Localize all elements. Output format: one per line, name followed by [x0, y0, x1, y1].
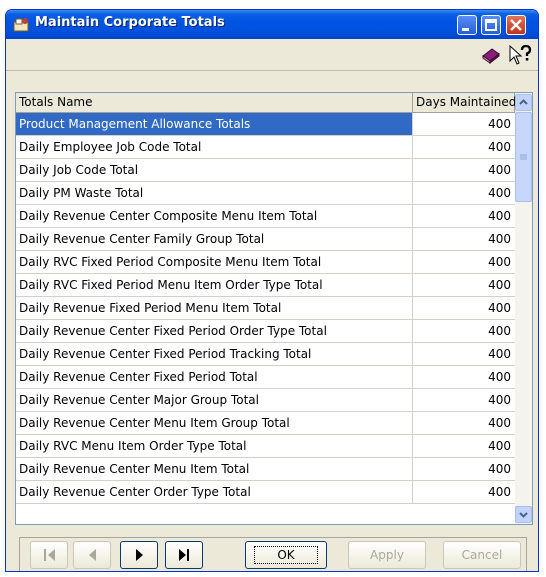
minimize-icon: [462, 28, 469, 31]
grip-icon: [520, 154, 527, 160]
maintain-corporate-totals-window: Maintain Corporate Totals Totals Name Da…: [5, 9, 539, 572]
days-maintained-cell[interactable]: 400: [413, 435, 515, 457]
table-row[interactable]: Daily Revenue Center Fixed Period Tracki…: [16, 343, 515, 366]
totals-name-cell[interactable]: Daily Revenue Fixed Period Menu Item Tot…: [16, 297, 413, 319]
table-row[interactable]: Daily Revenue Center Composite Menu Item…: [16, 205, 515, 228]
grid-header: Totals Name Days Maintained: [16, 93, 516, 113]
grid-rows: Product Management Allowance Totals 400 Da…: [16, 113, 515, 504]
totals-name-cell[interactable]: Daily Revenue Center Fixed Period Total: [16, 366, 413, 388]
navigation-bar: OK Apply Cancel: [19, 537, 527, 571]
minimize-button[interactable]: [457, 15, 477, 35]
maximize-button[interactable]: [481, 15, 501, 35]
days-maintained-cell[interactable]: 400: [413, 274, 515, 296]
last-record-button[interactable]: [165, 541, 203, 569]
totals-name-cell[interactable]: Daily Revenue Center Menu Item Total: [16, 458, 413, 480]
days-maintained-cell[interactable]: 400: [413, 458, 515, 480]
days-maintained-cell[interactable]: 400: [413, 159, 515, 181]
ok-button[interactable]: OK: [245, 541, 327, 569]
window-app-icon: [13, 18, 29, 32]
column-header-totals-name[interactable]: Totals Name: [16, 93, 413, 112]
cancel-button[interactable]: Cancel: [443, 541, 521, 569]
book-icon[interactable]: [480, 45, 502, 65]
scroll-up-button[interactable]: [515, 94, 532, 111]
days-maintained-cell[interactable]: 400: [413, 481, 515, 503]
totals-name-cell[interactable]: Product Management Allowance Totals: [16, 113, 413, 135]
days-maintained-cell[interactable]: 400: [413, 251, 515, 273]
previous-record-icon: [89, 549, 96, 561]
chevron-up-icon: [519, 99, 528, 105]
table-row[interactable]: Daily RVC Fixed Period Menu Item Order T…: [16, 274, 515, 297]
totals-name-cell[interactable]: Daily Revenue Center Order Type Total: [16, 481, 413, 503]
totals-name-cell[interactable]: Daily PM Waste Total: [16, 182, 413, 204]
scroll-thumb[interactable]: [515, 112, 532, 202]
days-maintained-cell[interactable]: 400: [413, 412, 515, 434]
totals-name-cell[interactable]: Daily RVC Fixed Period Composite Menu It…: [16, 251, 413, 273]
table-row[interactable]: Daily Revenue Center Order Type Total 400: [16, 481, 515, 504]
table-row[interactable]: Daily RVC Fixed Period Composite Menu It…: [16, 251, 515, 274]
days-maintained-cell[interactable]: 400: [413, 297, 515, 319]
totals-name-cell[interactable]: Daily Revenue Center Composite Menu Item…: [16, 205, 413, 227]
ok-button-label: OK: [254, 546, 318, 564]
days-maintained-cell[interactable]: 400: [413, 366, 515, 388]
totals-name-cell[interactable]: Daily RVC Fixed Period Menu Item Order T…: [16, 274, 413, 296]
table-row[interactable]: Daily Employee Job Code Total 400: [16, 136, 515, 159]
totals-name-cell[interactable]: Daily Revenue Center Fixed Period Order …: [16, 320, 413, 342]
days-maintained-cell[interactable]: 400: [413, 389, 515, 411]
previous-record-button[interactable]: [73, 541, 111, 569]
table-row[interactable]: Product Management Allowance Totals 400: [16, 113, 515, 136]
first-record-button[interactable]: [30, 541, 68, 569]
maximize-icon: [485, 19, 497, 31]
first-record-icon: [44, 549, 55, 561]
close-button[interactable]: [506, 15, 526, 35]
table-row[interactable]: Daily Revenue Center Menu Item Total 400: [16, 458, 515, 481]
help-pointer-icon[interactable]: [508, 44, 532, 66]
totals-name-cell[interactable]: Daily Revenue Center Major Group Total: [16, 389, 413, 411]
last-record-icon: [179, 549, 189, 561]
table-row[interactable]: Daily PM Waste Total 400: [16, 182, 515, 205]
totals-name-cell[interactable]: Daily Employee Job Code Total: [16, 136, 413, 158]
table-row[interactable]: Daily RVC Menu Item Order Type Total 400: [16, 435, 515, 458]
days-maintained-cell[interactable]: 400: [413, 205, 515, 227]
table-row[interactable]: Daily Revenue Center Family Group Total 4…: [16, 228, 515, 251]
next-record-button[interactable]: [120, 541, 158, 569]
days-maintained-cell[interactable]: 400: [413, 113, 515, 135]
days-maintained-cell[interactable]: 400: [413, 228, 515, 250]
table-row[interactable]: Daily Revenue Center Major Group Total 40…: [16, 389, 515, 412]
table-row[interactable]: Daily Job Code Total 400: [16, 159, 515, 182]
days-maintained-cell[interactable]: 400: [413, 343, 515, 365]
totals-name-cell[interactable]: Daily Revenue Center Menu Item Group Tot…: [16, 412, 413, 434]
scroll-down-button[interactable]: [515, 506, 532, 523]
next-record-icon: [136, 549, 143, 561]
table-row[interactable]: Daily Revenue Fixed Period Menu Item Tot…: [16, 297, 515, 320]
close-icon: [510, 19, 522, 31]
totals-grid: Totals Name Days Maintained Product Mana…: [15, 92, 533, 525]
column-header-days-maintained[interactable]: Days Maintained: [413, 93, 516, 112]
table-row[interactable]: Daily Revenue Center Fixed Period Order …: [16, 320, 515, 343]
days-maintained-cell[interactable]: 400: [413, 182, 515, 204]
days-maintained-cell[interactable]: 400: [413, 136, 515, 158]
totals-name-cell[interactable]: Daily Revenue Center Fixed Period Tracki…: [16, 343, 413, 365]
totals-name-cell[interactable]: Daily RVC Menu Item Order Type Total: [16, 435, 413, 457]
vertical-scrollbar[interactable]: [515, 93, 532, 524]
chevron-down-icon: [519, 512, 528, 518]
days-maintained-cell[interactable]: 400: [413, 320, 515, 342]
totals-name-cell[interactable]: Daily Revenue Center Family Group Total: [16, 228, 413, 250]
toolbar: [6, 39, 538, 71]
table-row[interactable]: Daily Revenue Center Menu Item Group Tot…: [16, 412, 515, 435]
window-title: Maintain Corporate Totals: [35, 15, 225, 30]
apply-button[interactable]: Apply: [348, 541, 426, 569]
title-bar[interactable]: Maintain Corporate Totals: [6, 10, 538, 39]
totals-name-cell[interactable]: Daily Job Code Total: [16, 159, 413, 181]
table-row[interactable]: Daily Revenue Center Fixed Period Total 4…: [16, 366, 515, 389]
